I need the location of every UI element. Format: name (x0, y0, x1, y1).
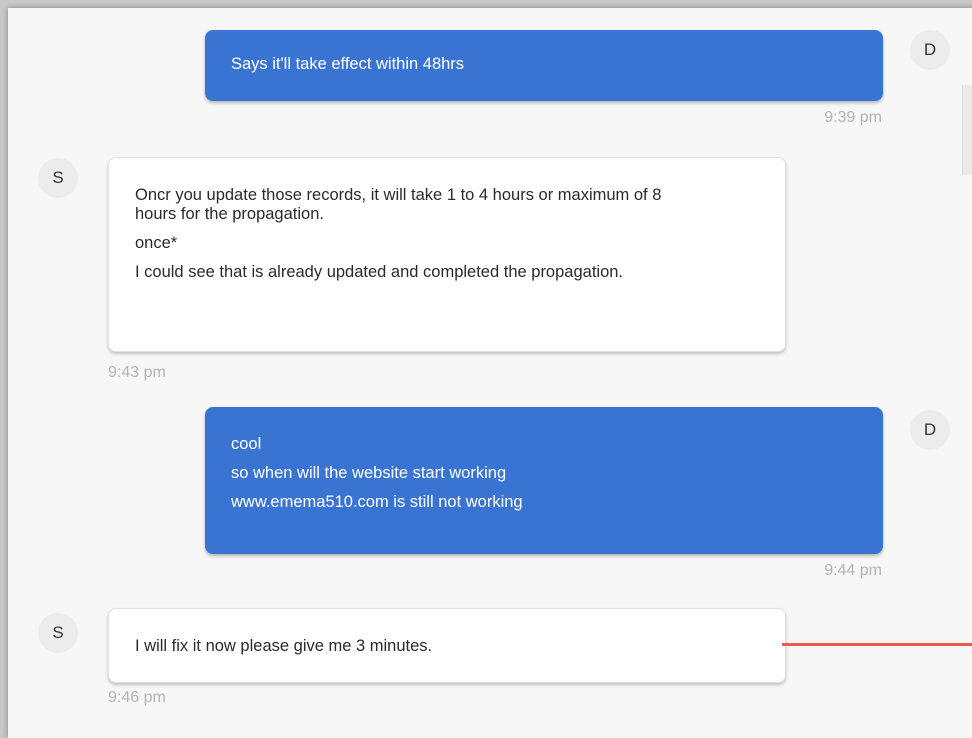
message-text: Oncr you update those records, it will t… (135, 186, 662, 223)
avatar-s: S (38, 613, 78, 653)
message-text: once* (135, 234, 178, 252)
avatar-d: D (910, 410, 950, 450)
message-text: I will fix it now please give me 3 minut… (135, 637, 433, 655)
avatar-initial: D (923, 420, 937, 439)
message-bubble-outgoing[interactable]: Says it'll take effect within 48hrs (205, 30, 883, 101)
avatar-initial: S (52, 168, 64, 187)
annotation-line (782, 643, 972, 646)
message-bubble-outgoing[interactable]: cool so when will the website start work… (205, 407, 883, 554)
message-timestamp: 9:44 pm (824, 562, 882, 579)
message-timestamp: 9:39 pm (824, 109, 882, 126)
message-text: www.emema510.com is still not working (231, 493, 523, 511)
message-timestamp: 9:46 pm (108, 689, 166, 706)
side-panel-edge (962, 85, 972, 175)
message-text: Says it'll take effect within 48hrs (231, 55, 465, 73)
message-timestamp: 9:43 pm (108, 364, 166, 381)
message-text: so when will the website start working (231, 464, 507, 482)
message-text: I could see that is already updated and … (135, 263, 624, 281)
avatar-s: S (38, 158, 78, 198)
avatar-initial: S (52, 623, 64, 642)
message-bubble-incoming[interactable]: Oncr you update those records, it will t… (108, 157, 786, 352)
avatar-d: D (910, 30, 950, 70)
message-text: cool (231, 435, 262, 453)
avatar-initial: D (923, 40, 937, 59)
message-bubble-incoming[interactable]: I will fix it now please give me 3 minut… (108, 608, 786, 683)
